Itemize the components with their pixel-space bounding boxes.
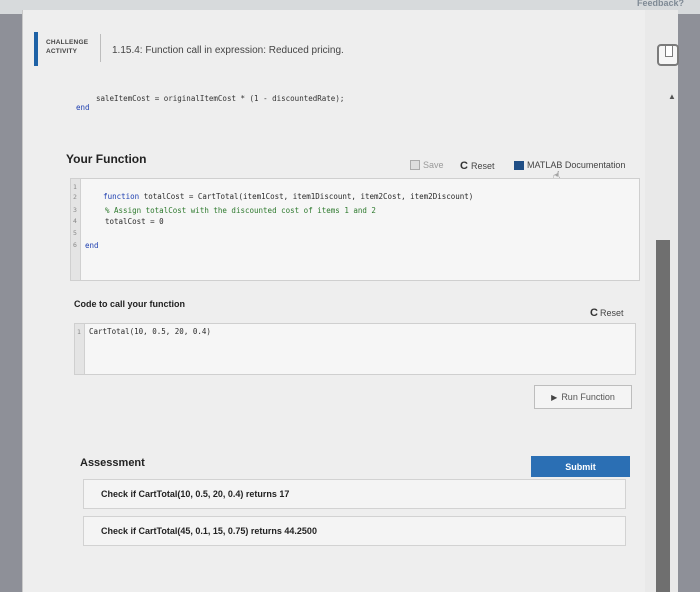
given-code-end: end bbox=[76, 103, 90, 112]
check-text: Check if CartTotal(10, 0.5, 20, 0.4) ret… bbox=[101, 489, 289, 499]
reset-button[interactable]: C Reset bbox=[460, 160, 494, 172]
line-number: 3 bbox=[73, 206, 77, 214]
challenge-label-line1: CHALLENGE bbox=[46, 39, 89, 46]
code-line-6-end: end bbox=[85, 241, 99, 250]
reset-label: Reset bbox=[470, 161, 495, 171]
play-icon: ▶ bbox=[551, 392, 558, 402]
check-prefix: Check if bbox=[101, 526, 139, 536]
call-code-editor[interactable]: 1 CartTotal(10, 0.5, 20, 0.4) bbox=[74, 323, 636, 375]
bookmark-icon[interactable] bbox=[657, 44, 679, 66]
code-line-3-comment: % Assign totalCost with the discounted c… bbox=[105, 206, 376, 215]
call-code-line: CartTotal(10, 0.5, 20, 0.4) bbox=[89, 327, 211, 336]
scroll-up-icon[interactable]: ▲ bbox=[668, 92, 676, 101]
save-icon bbox=[410, 160, 420, 170]
line-number: 1 bbox=[77, 328, 81, 336]
assessment-title: Assessment bbox=[80, 457, 145, 469]
submit-button[interactable]: Submit bbox=[531, 456, 630, 477]
check-code: CartTotal(10, 0.5, 20, 0.4) bbox=[138, 489, 244, 499]
check-suffix: returns 17 bbox=[243, 489, 290, 499]
call-reset-button[interactable]: C Reset bbox=[590, 307, 623, 319]
reset-icon: C bbox=[590, 307, 598, 319]
given-code-line: saleItemCost = originalItemCost * (1 - d… bbox=[96, 94, 345, 103]
keyword-function: function bbox=[103, 192, 140, 201]
run-function-label: Run Function bbox=[561, 392, 615, 402]
challenge-activity-label: CHALLENGE ACTIVITY bbox=[46, 38, 88, 56]
call-code-title: Code to call your function bbox=[74, 299, 186, 309]
assessment-check: Check if CartTotal(45, 0.1, 15, 0.75) re… bbox=[83, 516, 626, 546]
scrollbar[interactable] bbox=[656, 240, 670, 592]
save-label: Save bbox=[423, 160, 444, 170]
title-divider bbox=[100, 34, 101, 62]
line-number: 6 bbox=[73, 241, 77, 249]
line-number: 2 bbox=[73, 193, 77, 201]
reset-icon: C bbox=[460, 160, 468, 172]
code-line-4: totalCost = 0 bbox=[105, 217, 164, 226]
matlab-documentation-link[interactable]: MATLAB Documentation bbox=[514, 160, 625, 170]
check-text: Check if CartTotal(45, 0.1, 15, 0.75) re… bbox=[101, 526, 317, 536]
page-title: 1.15.4: Function call in expression: Red… bbox=[112, 45, 344, 56]
function-editor[interactable]: 1 function totalCost = CartTotal(item1Co… bbox=[70, 178, 640, 281]
challenge-accent-bar bbox=[34, 32, 38, 66]
check-suffix: returns 44.2500 bbox=[248, 526, 317, 536]
line-number: 1 bbox=[73, 183, 77, 191]
call-reset-label: Reset bbox=[599, 308, 624, 318]
line-number: 4 bbox=[73, 217, 77, 225]
documentation-label: MATLAB Documentation bbox=[527, 160, 626, 170]
run-function-button[interactable]: ▶ Run Function bbox=[534, 385, 632, 409]
save-button[interactable]: Save bbox=[410, 160, 444, 170]
your-function-title: Your Function bbox=[66, 152, 147, 166]
feedback-link[interactable]: Feedback? bbox=[637, 0, 684, 8]
check-code: CartTotal(45, 0.1, 15, 0.75) bbox=[138, 526, 249, 536]
challenge-label-line2: ACTIVITY bbox=[46, 48, 78, 55]
line-number: 5 bbox=[73, 229, 77, 237]
assessment-check: Check if CartTotal(10, 0.5, 20, 0.4) ret… bbox=[83, 479, 626, 509]
check-prefix: Check if bbox=[101, 489, 139, 499]
matlab-icon bbox=[514, 160, 524, 170]
